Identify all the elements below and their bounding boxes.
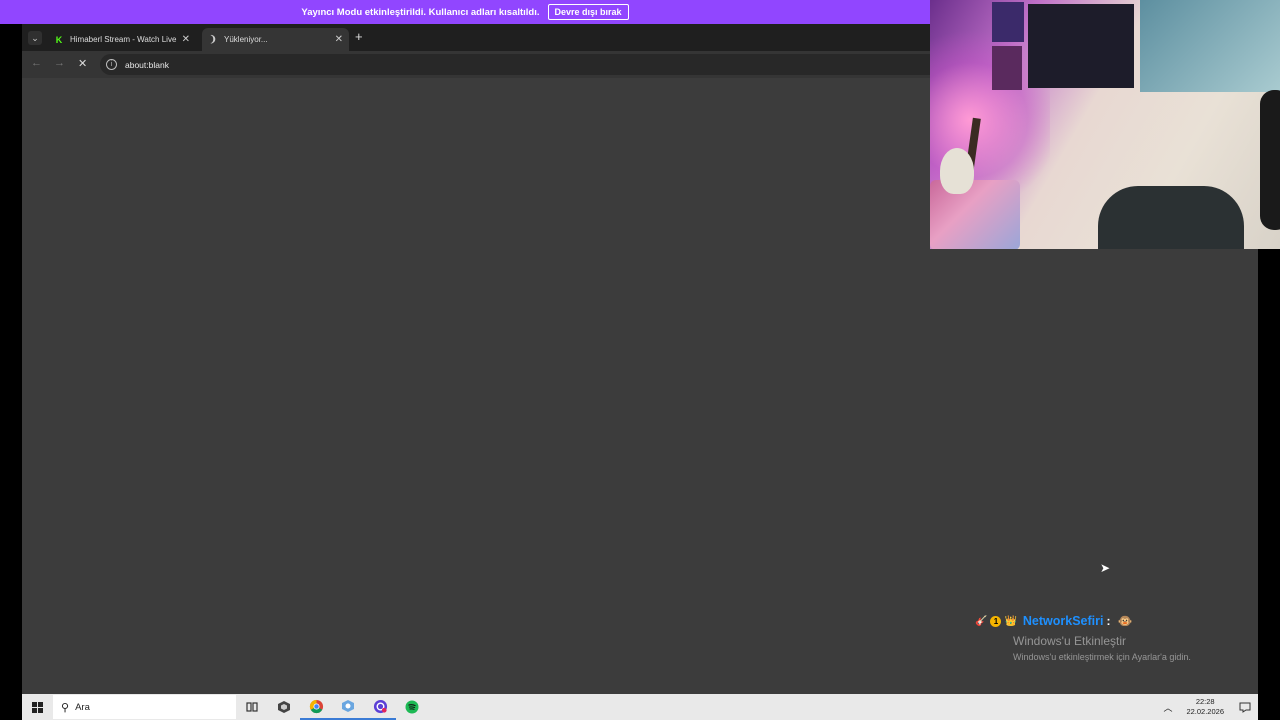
teddy-bear (940, 148, 974, 194)
activation-subtitle: Windows'u etkinleştirmek için Ayarlar'a … (1013, 652, 1191, 662)
start-button[interactable] (22, 694, 52, 720)
clock-date: 22.02.2026 (1186, 707, 1224, 716)
windows-logo-icon (31, 701, 43, 713)
mouse-cursor-icon: ➤ (1100, 561, 1111, 575)
guitar-badge-icon: 🎸 (975, 615, 988, 627)
spotify-icon[interactable] (396, 694, 428, 720)
search-placeholder: Ara (75, 701, 90, 713)
tab-loading[interactable]: ❩ Yükleniyor... ✕ (202, 28, 349, 51)
elden-ring-poster (1028, 4, 1134, 88)
poster-image (992, 2, 1024, 42)
tab-kick-stream[interactable]: K Himaberl Stream - Watch Live o ✕ (48, 28, 196, 51)
forward-icon[interactable]: → (54, 57, 65, 69)
tab-title: Yükleniyor... (224, 35, 268, 44)
address-bar[interactable]: i about:blank (100, 54, 930, 75)
subscriber-badge-icon: 1 (990, 615, 1002, 627)
activation-title: Windows'u Etkinleştir (1013, 634, 1126, 648)
chrome-icon[interactable] (300, 694, 332, 720)
clock-time: 22:28 (1195, 697, 1215, 706)
bed (930, 180, 1020, 249)
tab-title: Himaberl Stream - Watch Live o (70, 35, 178, 44)
close-tab-icon[interactable]: ✕ (182, 34, 190, 45)
search-icon: ⚲ (61, 701, 70, 714)
browser-toolbar: ← → ✕ i about:blank (22, 51, 930, 78)
task-view-icon[interactable] (236, 694, 268, 720)
poster-image (992, 46, 1022, 90)
crown-badge-icon: 👑 (1004, 615, 1017, 627)
chat-emote-icon: 🐵 (1117, 614, 1133, 628)
system-tray: ︿ 22:28 22.02.2026 (1163, 694, 1258, 720)
show-hidden-icons-chevron-icon[interactable]: ︿ (1163, 701, 1172, 714)
site-info-icon[interactable]: i (106, 59, 117, 70)
taskbar: ⚲ Ara ︿ 22:28 22.02.2026 (22, 694, 1258, 720)
streaming-app-icon[interactable] (364, 694, 396, 720)
gaming-chair (1098, 186, 1244, 249)
chat-separator: : (1106, 614, 1111, 628)
tab-search-button[interactable]: ⌄ (28, 31, 42, 45)
loading-icon: ❩ (209, 34, 217, 44)
person-silhouette (1260, 90, 1280, 230)
new-tab-button[interactable]: + (355, 29, 363, 44)
stop-loading-icon[interactable]: ✕ (78, 57, 87, 70)
close-tab-icon[interactable]: ✕ (335, 34, 343, 45)
almond-blossom-poster (1140, 0, 1280, 92)
tab-strip: ⌄ K Himaberl Stream - Watch Live o ✕ ❩ Y… (22, 24, 930, 51)
webcam-feed (930, 0, 1280, 249)
chat-username: NetworkSefiri (1022, 614, 1104, 628)
disable-streamer-mode-button[interactable]: Devre dışı bırak (547, 4, 629, 20)
notifications-icon[interactable] (1232, 702, 1258, 713)
back-icon[interactable]: ← (31, 57, 42, 69)
app-icon-hex[interactable] (268, 694, 300, 720)
taskbar-search[interactable]: ⚲ Ara (53, 695, 236, 719)
streamer-mode-banner: Yayıncı Modu etkinleştirildi. Kullanıcı … (0, 0, 930, 24)
taskbar-clock[interactable]: 22:28 22.02.2026 (1186, 697, 1224, 717)
kick-icon: K (55, 34, 63, 45)
chat-message: 🎸 1 👑 NetworkSefiri : 🐵 (975, 614, 1132, 628)
address-text: about:blank (125, 59, 169, 70)
windows-activation-watermark: Windows'u Etkinleştir Windows'u etkinleş… (1013, 634, 1191, 662)
streamer-mode-message: Yayıncı Modu etkinleştirildi. Kullanıcı … (301, 6, 540, 18)
network-app-icon[interactable] (332, 694, 364, 720)
